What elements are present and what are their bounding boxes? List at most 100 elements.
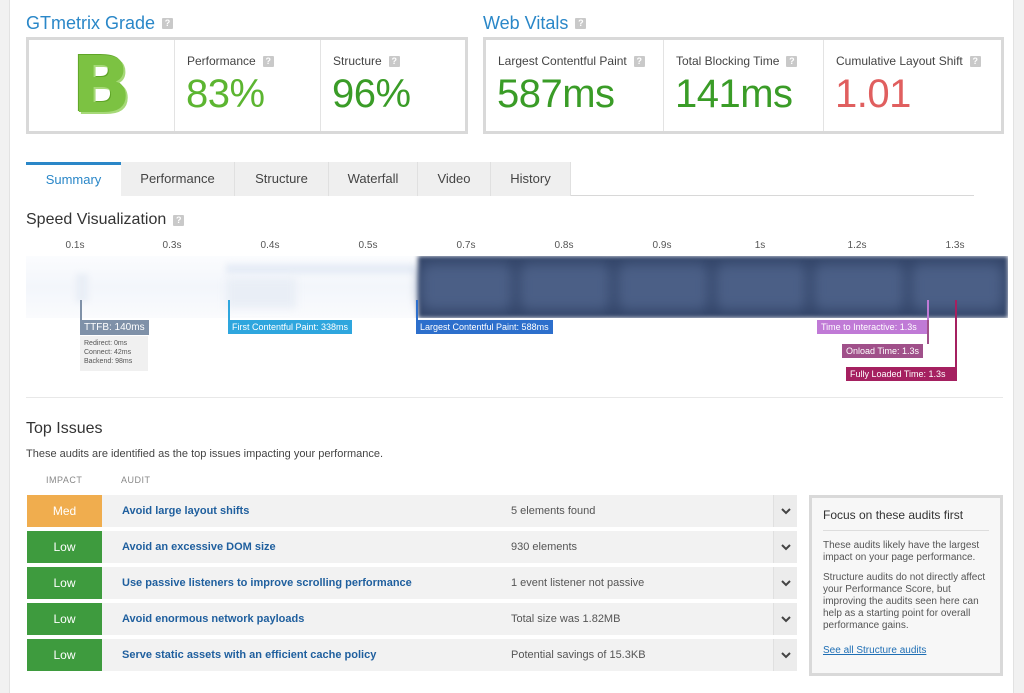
vitals-title: Web Vitals — [483, 13, 569, 33]
audit-column-header: AUDIT — [121, 475, 151, 485]
divider — [26, 397, 1003, 398]
performance-label: Performance — [187, 54, 256, 68]
filmstrip — [26, 256, 1008, 318]
tick-label: 0.5s — [358, 240, 378, 251]
audit-name[interactable]: Avoid enormous network payloads — [122, 603, 304, 635]
lcp-help-icon[interactable]: ? — [633, 55, 645, 67]
issue-row[interactable]: Low Avoid an excessive DOM size 930 elem… — [27, 531, 797, 563]
report-tabs: Summary Performance Structure Waterfall … — [26, 162, 974, 196]
cls-help-icon[interactable]: ? — [969, 55, 981, 67]
lcp-marker: Largest Contentful Paint: 588ms — [416, 320, 553, 334]
audit-finding: 1 event listener not passive — [511, 577, 645, 589]
chevron-down-icon[interactable] — [773, 495, 797, 527]
fully-loaded-marker: Fully Loaded Time: 1.3s — [846, 367, 957, 381]
lcp-value: 587ms — [497, 72, 615, 116]
tab-video[interactable]: Video — [418, 162, 491, 196]
grade-card: B Performance? 83% Structure? 96% — [26, 37, 468, 134]
focus-text: Structure audits do not directly affect … — [823, 572, 986, 631]
vitals-heading: Web Vitals ? — [483, 13, 587, 34]
audit-name[interactable]: Avoid an excessive DOM size — [122, 531, 276, 563]
grade-letter-box: B — [29, 40, 174, 131]
vitals-card: Largest Contentful Paint? 587ms Total Bl… — [483, 37, 1004, 134]
issues-subtitle: These audits are identified as the top i… — [26, 448, 384, 460]
issue-row[interactable]: Low Serve static assets with an efficien… — [27, 639, 797, 671]
structure-label: Structure — [333, 54, 382, 68]
impact-badge: Low — [27, 567, 102, 599]
tick-label: 0.7s — [456, 240, 476, 251]
impact-badge: Med — [27, 495, 102, 527]
tab-history[interactable]: History — [491, 162, 571, 196]
tab-performance[interactable]: Performance — [121, 162, 235, 196]
impact-column-header: IMPACT — [46, 475, 83, 485]
vitals-help-icon[interactable]: ? — [575, 18, 587, 29]
chevron-down-icon[interactable] — [773, 531, 797, 563]
issues-title: Top Issues — [26, 420, 103, 437]
frame-rendered — [911, 264, 1003, 310]
audit-finding: 930 elements — [511, 541, 578, 553]
structure-help-icon[interactable]: ? — [388, 55, 400, 67]
speed-help-icon[interactable]: ? — [173, 214, 185, 226]
fcp-line — [228, 300, 230, 320]
audit-name[interactable]: Avoid large layout shifts — [122, 495, 249, 527]
frame-ghost — [226, 264, 416, 274]
tab-structure[interactable]: Structure — [235, 162, 329, 196]
tab-summary[interactable]: Summary — [26, 162, 121, 196]
speed-title: Speed Visualization — [26, 211, 167, 228]
grade-letter: B — [71, 40, 132, 131]
impact-badge: Low — [27, 639, 102, 671]
onload-line — [927, 320, 929, 344]
structure-value: 96% — [332, 72, 411, 116]
issue-row[interactable]: Med Avoid large layout shifts 5 elements… — [27, 495, 797, 527]
tick-label: 0.4s — [260, 240, 280, 251]
cls-value: 1.01 — [835, 72, 911, 116]
structure-audits-link[interactable]: See all Structure audits — [823, 645, 926, 656]
audit-name[interactable]: Serve static assets with an efficient ca… — [122, 639, 376, 671]
frame-ghost — [76, 274, 88, 302]
tbt-metric: Total Blocking Time? 141ms — [663, 40, 823, 131]
ttfb-line — [80, 300, 82, 320]
frame-rendered — [421, 264, 513, 310]
issue-row[interactable]: Low Use passive listeners to improve scr… — [27, 567, 797, 599]
tbt-label: Total Blocking Time — [676, 54, 780, 68]
tick-label: 1.3s — [945, 240, 965, 251]
grade-title: GTmetrix Grade — [26, 13, 156, 33]
audit-finding: Potential savings of 15.3KB — [511, 649, 646, 661]
ttfb-redirect: Redirect: 0ms — [84, 340, 128, 347]
tbt-help-icon[interactable]: ? — [786, 55, 798, 67]
focus-text: These audits likely have the largest imp… — [823, 540, 980, 563]
frame-rendered — [715, 264, 807, 310]
impact-badge: Low — [27, 603, 102, 635]
tab-waterfall[interactable]: Waterfall — [329, 162, 418, 196]
cls-metric: Cumulative Layout Shift? 1.01 — [823, 40, 1001, 131]
tick-label: 0.8s — [554, 240, 574, 251]
focus-title: Focus on these audits first — [823, 508, 989, 531]
focus-panel: Focus on these audits first These audits… — [809, 495, 1003, 676]
issue-row[interactable]: Low Avoid enormous network payloads Tota… — [27, 603, 797, 635]
tick-label: 0.3s — [162, 240, 182, 251]
frame-ghost — [226, 278, 296, 308]
ttfb-backend: Backend: 98ms — [84, 358, 133, 365]
tbt-value: 141ms — [675, 72, 793, 116]
tti-line — [927, 300, 929, 320]
speed-heading: Speed Visualization ? — [26, 211, 185, 229]
chevron-down-icon[interactable] — [773, 567, 797, 599]
lcp-metric: Largest Contentful Paint? 587ms — [486, 40, 663, 131]
tick-label: 0.1s — [65, 240, 85, 251]
structure-metric: Structure? 96% — [320, 40, 465, 131]
ttfb-marker: TTFB: 140ms — [80, 320, 149, 335]
cls-label: Cumulative Layout Shift — [836, 54, 963, 68]
grade-heading: GTmetrix Grade ? — [26, 13, 174, 34]
ttfb-connect: Connect: 42ms — [84, 349, 132, 356]
onload-marker: Onload Time: 1.3s — [842, 344, 924, 358]
lcp-line — [416, 300, 418, 320]
audit-name[interactable]: Use passive listeners to improve scrolli… — [122, 567, 412, 599]
chevron-down-icon[interactable] — [773, 603, 797, 635]
performance-metric: Performance? 83% — [174, 40, 320, 131]
tti-marker: Time to Interactive: 1.3s — [817, 320, 929, 334]
tick-label: 1s — [754, 240, 766, 251]
page: GTmetrix Grade ? B Performance? 83% Stru… — [9, 0, 1014, 693]
performance-help-icon[interactable]: ? — [262, 55, 274, 67]
grade-help-icon[interactable]: ? — [162, 18, 174, 29]
chevron-down-icon[interactable] — [773, 639, 797, 671]
fully-loaded-line — [955, 300, 957, 368]
